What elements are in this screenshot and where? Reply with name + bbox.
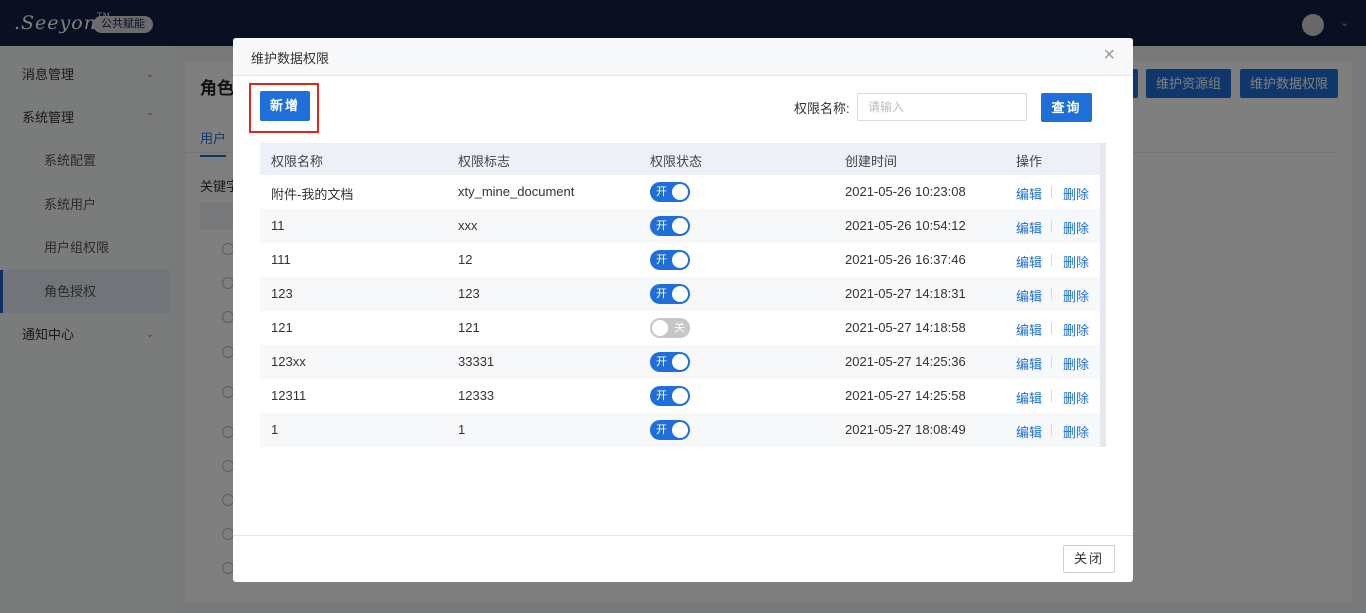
edit-link[interactable]: 编辑 (1016, 286, 1042, 305)
action-divider (1051, 390, 1052, 402)
edit-link[interactable]: 编辑 (1016, 184, 1042, 203)
table-row: 111 12 开 2021-05-26 16:37:46 编辑 删除 (260, 243, 1100, 277)
delete-link[interactable]: 删除 (1063, 252, 1089, 271)
delete-link[interactable]: 删除 (1063, 184, 1089, 203)
cell-created-time: 2021-05-26 10:54:12 (845, 218, 966, 233)
cell-created-time: 2021-05-27 18:08:49 (845, 422, 966, 437)
maintain-data-permission-dialog: 维护数据权限 × 新增 权限名称: 查询 权限名称 权限标志 权限状态 创建时间… (233, 38, 1133, 582)
cell-permission-name: 111 (271, 252, 291, 267)
table-row: 123xx 33331 开 2021-05-27 14:25:36 编辑 删除 (260, 345, 1100, 379)
status-toggle[interactable]: 开 (650, 352, 690, 372)
cell-created-time: 2021-05-27 14:18:58 (845, 320, 966, 335)
delete-link[interactable]: 删除 (1063, 388, 1089, 407)
toggle-label: 开 (656, 186, 667, 198)
table-row: 123 123 开 2021-05-27 14:18:31 编辑 删除 (260, 277, 1100, 311)
column-header-flag: 权限标志 (458, 154, 511, 169)
column-header-name: 权限名称 (271, 154, 324, 169)
action-divider (1051, 356, 1052, 368)
cell-created-time: 2021-05-27 14:18:31 (845, 286, 966, 301)
cell-permission-name: 123 (271, 286, 293, 301)
cell-permission-name: 11 (271, 218, 285, 233)
edit-link[interactable]: 编辑 (1016, 252, 1042, 271)
action-divider (1051, 220, 1052, 232)
action-divider (1051, 424, 1052, 436)
dialog-footer-divider (233, 535, 1133, 536)
edit-link[interactable]: 编辑 (1016, 354, 1042, 373)
cell-permission-flag: xxx (458, 218, 478, 233)
status-toggle[interactable]: 开 (650, 386, 690, 406)
toggle-label: 开 (656, 424, 667, 436)
toggle-knob (672, 354, 688, 370)
table-row: 12311 12333 开 2021-05-27 14:25:58 编辑 删除 (260, 379, 1100, 413)
edit-link[interactable]: 编辑 (1016, 218, 1042, 237)
cell-permission-name: 121 (271, 320, 293, 335)
column-header-status: 权限状态 (650, 154, 703, 169)
search-label: 权限名称: (794, 101, 850, 116)
cell-created-time: 2021-05-27 14:25:58 (845, 388, 966, 403)
cell-permission-name: 123xx (271, 354, 306, 369)
toggle-knob (672, 184, 688, 200)
delete-link[interactable]: 删除 (1063, 320, 1089, 339)
toggle-knob (672, 218, 688, 234)
permission-name-search-input[interactable] (857, 93, 1027, 121)
dialog-title: 维护数据权限 (251, 51, 330, 66)
status-toggle[interactable]: 关 (650, 318, 690, 338)
edit-link[interactable]: 编辑 (1016, 422, 1042, 441)
cell-permission-name: 12311 (271, 388, 307, 403)
table-header: 权限名称 权限标志 权限状态 创建时间 操作 (260, 143, 1106, 175)
toggle-label: 开 (656, 356, 667, 368)
cell-permission-flag: 123 (458, 286, 480, 301)
cell-permission-name: 附件-我的文档 (271, 187, 354, 202)
permission-table: 权限名称 权限标志 权限状态 创建时间 操作 附件-我的文档 xty_mine_d… (260, 143, 1106, 447)
edit-link[interactable]: 编辑 (1016, 320, 1042, 339)
toggle-knob (672, 252, 688, 268)
action-divider (1051, 288, 1052, 300)
query-button[interactable]: 查询 (1041, 93, 1092, 122)
delete-link[interactable]: 删除 (1063, 354, 1089, 373)
toggle-label: 开 (656, 254, 667, 266)
cell-permission-flag: 121 (458, 320, 480, 335)
toggle-label: 开 (656, 390, 667, 402)
cell-permission-flag: 1 (458, 422, 466, 437)
cell-created-time: 2021-05-26 10:23:08 (845, 184, 966, 199)
add-button[interactable]: 新增 (260, 91, 310, 121)
cell-permission-flag: 12 (458, 252, 473, 267)
table-row: 121 121 关 2021-05-27 14:18:58 编辑 删除 (260, 311, 1100, 345)
status-toggle[interactable]: 开 (650, 182, 690, 202)
table-row: 11 xxx 开 2021-05-26 10:54:12 编辑 删除 (260, 209, 1100, 243)
table-row: 附件-我的文档 xty_mine_document 开 2021-05-26 10:2… (260, 175, 1100, 209)
cell-permission-flag: 12333 (458, 388, 495, 403)
toggle-label: 开 (656, 220, 667, 232)
column-header-created: 创建时间 (845, 154, 898, 169)
table-scrollbar[interactable] (1100, 143, 1106, 447)
dialog-header: 维护数据权限 × (233, 38, 1133, 76)
close-icon[interactable]: × (1103, 45, 1115, 65)
cell-permission-name: 1 (271, 422, 279, 437)
toggle-knob (652, 320, 668, 336)
close-button[interactable]: 关闭 (1063, 545, 1115, 573)
action-divider (1051, 186, 1052, 198)
status-toggle[interactable]: 开 (650, 284, 690, 304)
delete-link[interactable]: 删除 (1063, 422, 1089, 441)
cell-created-time: 2021-05-26 16:37:46 (845, 252, 966, 267)
delete-link[interactable]: 删除 (1063, 286, 1089, 305)
toggle-label: 关 (674, 322, 685, 334)
status-toggle[interactable]: 开 (650, 216, 690, 236)
action-divider (1051, 322, 1052, 334)
toggle-knob (672, 422, 688, 438)
status-toggle[interactable]: 开 (650, 420, 690, 440)
cell-created-time: 2021-05-27 14:25:36 (845, 354, 966, 369)
cell-permission-flag: xty_mine_document (458, 184, 575, 199)
column-header-actions: 操作 (1016, 154, 1043, 169)
toggle-knob (672, 286, 688, 302)
table-row: 1 1 开 2021-05-27 18:08:49 编辑 删除 (260, 413, 1100, 447)
edit-link[interactable]: 编辑 (1016, 388, 1042, 407)
action-divider (1051, 254, 1052, 266)
delete-link[interactable]: 删除 (1063, 218, 1089, 237)
status-toggle[interactable]: 开 (650, 250, 690, 270)
toggle-knob (672, 388, 688, 404)
toggle-label: 开 (656, 288, 667, 300)
cell-permission-flag: 33331 (458, 354, 495, 369)
